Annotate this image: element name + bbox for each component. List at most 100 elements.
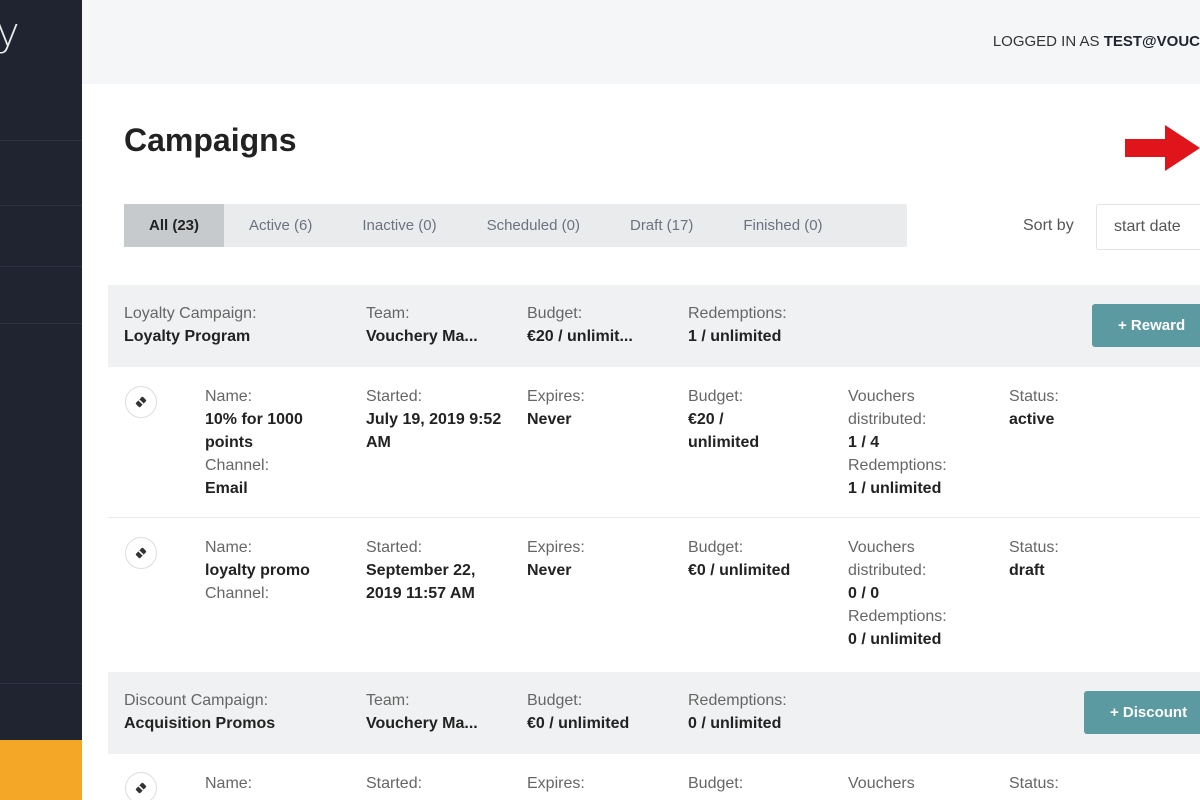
page-title: Campaigns <box>124 122 297 158</box>
tab-draft[interactable]: Draft (17) <box>605 204 718 247</box>
started-value: July 19, 2019 9:52 AM <box>366 411 502 451</box>
tab-finished[interactable]: Finished (0) <box>718 204 847 247</box>
login-prefix: LOGGED IN AS <box>992 33 1104 50</box>
row-started-col: Started: September 22, 2019 11:57 AM <box>366 536 501 605</box>
vouchers-label: Vouchers distributed: <box>848 539 927 579</box>
redemptions-label: Redemptions: <box>848 457 947 474</box>
campaign-name[interactable]: Acquisition Promos <box>124 712 275 735</box>
redemptions-label: Redemptions: <box>688 692 787 709</box>
redemptions-label: Redemptions: <box>848 608 947 625</box>
channel-label: Channel: <box>205 585 270 602</box>
sort-select[interactable]: start date <box>1096 204 1200 250</box>
budget-label: Budget: <box>688 388 744 405</box>
budget-value: €20 / unlimit... <box>527 328 633 345</box>
row-divider <box>108 517 1200 518</box>
budget-value: €0 / unlimited <box>688 562 791 579</box>
expires-value: Never <box>527 562 572 579</box>
campaign-type-label: Loyalty Campaign: <box>124 305 257 322</box>
row-expires-col: Expires: <box>527 772 585 795</box>
row-status-col: Status: draft <box>1009 536 1059 582</box>
tag-glyph-icon <box>135 547 147 559</box>
campaign-type: Loyalty Campaign: Loyalty Program <box>124 302 257 348</box>
redemptions-label: Redemptions: <box>688 305 787 322</box>
tag-glyph-icon <box>135 396 147 408</box>
row-name-col: Name: <box>205 772 252 795</box>
tab-all[interactable]: All (23) <box>124 204 225 247</box>
channel-label: Channel: <box>205 457 270 474</box>
started-label: Started: <box>366 539 423 556</box>
row-status-col: Status: <box>1009 772 1059 795</box>
app-logo[interactable]: y <box>0 10 20 56</box>
team-value: Vouchery Ma... <box>366 328 478 345</box>
vouchers-value: 0 / 0 <box>848 585 880 602</box>
row-name-col: Name: loyalty promo Channel: <box>205 536 345 605</box>
expires-label: Expires: <box>527 775 585 792</box>
expires-label: Expires: <box>527 539 585 556</box>
started-label: Started: <box>366 775 423 792</box>
add-reward-button[interactable]: + Reward <box>1092 304 1200 347</box>
status-label: Status: <box>1009 775 1059 792</box>
campaign-budget: Budget: €20 / unlimit... <box>527 302 633 348</box>
sidebar-divider <box>0 205 82 206</box>
name-label: Name: <box>205 539 253 556</box>
team-value: Vouchery Ma... <box>366 715 478 732</box>
campaign-type-label: Discount Campaign: <box>124 692 269 709</box>
budget-label: Budget: <box>688 775 744 792</box>
login-status: LOGGED IN AS TEST@VOUC <box>993 33 1200 50</box>
sidebar-divider <box>0 323 82 324</box>
budget-label: Budget: <box>688 539 744 556</box>
team-label: Team: <box>366 305 410 322</box>
campaign-team: Team: Vouchery Ma... <box>366 302 478 348</box>
name-label: Name: <box>205 775 253 792</box>
started-label: Started: <box>366 388 423 405</box>
campaign-item-name[interactable]: loyalty promo <box>205 559 345 582</box>
row-started-col: Started: July 19, 2019 9:52 AM <box>366 385 506 454</box>
started-value: September 22, 2019 11:57 AM <box>366 562 476 602</box>
campaign-budget: Budget: €0 / unlimited <box>527 689 629 735</box>
campaign-redemptions: Redemptions: 1 / unlimited <box>688 302 787 348</box>
tag-icon[interactable] <box>125 537 157 569</box>
sort-value: start date <box>1114 218 1181 235</box>
campaign-redemptions: Redemptions: 0 / unlimited <box>688 689 787 735</box>
redemptions-value: 0 / unlimited <box>848 631 942 648</box>
budget-label: Budget: <box>527 692 583 709</box>
login-user[interactable]: TEST@VOUC <box>1104 33 1200 50</box>
tag-icon[interactable] <box>125 386 157 418</box>
budget-label: Budget: <box>527 305 583 322</box>
row-vouchers-col: Vouchers distributed: 1 / 4 Redemptions:… <box>848 385 978 500</box>
tab-scheduled[interactable]: Scheduled (0) <box>462 204 605 247</box>
vouchers-label: Vouchers <box>848 775 915 792</box>
redemptions-value: 0 / unlimited <box>688 715 782 732</box>
sidebar-active-item[interactable] <box>0 740 82 800</box>
add-discount-button[interactable]: + Discount <box>1084 691 1200 734</box>
campaign-item-name[interactable]: 10% for 1000 points <box>205 408 335 454</box>
sidebar-divider <box>0 683 82 684</box>
row-name-col: Name: 10% for 1000 points Channel: Email <box>205 385 335 500</box>
top-bar: LOGGED IN AS TEST@VOUC <box>82 0 1200 84</box>
vouchers-value: 1 / 4 <box>848 434 880 451</box>
row-expires-col: Expires: Never <box>527 536 585 582</box>
row-budget-col: Budget: €0 / unlimited <box>688 536 790 582</box>
row-started-col: Started: <box>366 772 422 795</box>
budget-value: €0 / unlimited <box>527 715 630 732</box>
tag-icon[interactable] <box>125 772 157 800</box>
sort-label: Sort by <box>1023 217 1074 234</box>
tab-inactive[interactable]: Inactive (0) <box>337 204 461 247</box>
campaign-team: Team: Vouchery Ma... <box>366 689 478 735</box>
tab-active[interactable]: Active (6) <box>224 204 337 247</box>
row-vouchers-col: Vouchers distributed: 0 / 0 Redemptions:… <box>848 536 978 651</box>
name-label: Name: <box>205 388 253 405</box>
campaign-type: Discount Campaign: Acquisition Promos <box>124 689 275 735</box>
status-label: Status: <box>1009 539 1059 556</box>
row-budget-col: Budget: €20 / unlimited <box>688 385 788 454</box>
redemptions-value: 1 / unlimited <box>848 480 942 497</box>
expires-label: Expires: <box>527 388 585 405</box>
arrow-right-icon <box>1125 125 1200 171</box>
channel-value: Email <box>205 480 248 497</box>
status-value: active <box>1009 411 1055 428</box>
budget-value: €20 / unlimited <box>688 411 760 451</box>
campaign-name[interactable]: Loyalty Program <box>124 325 257 348</box>
campaign-group-header <box>108 285 1200 367</box>
sidebar-divider <box>0 140 82 141</box>
row-budget-col: Budget: <box>688 772 743 795</box>
